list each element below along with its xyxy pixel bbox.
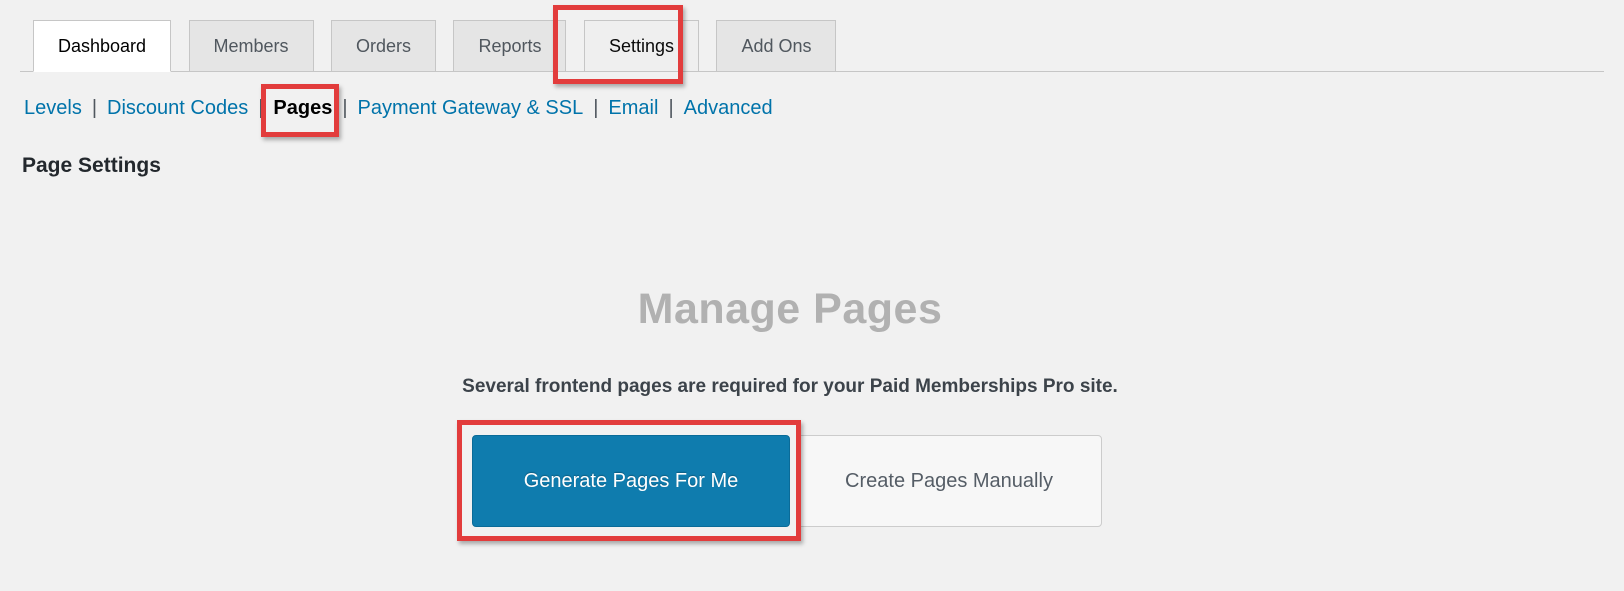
tab-settings[interactable]: Settings	[583, 20, 699, 71]
subnav-item-discount-codes[interactable]: Discount Codes	[107, 97, 248, 119]
subnav-separator: |	[258, 97, 264, 119]
manage-pages-heading: Manage Pages	[637, 285, 943, 333]
subnav-separator: |	[593, 97, 599, 119]
tab-add-ons[interactable]: Add Ons	[716, 20, 837, 71]
subnav-separator: |	[668, 97, 674, 119]
subnav-item-email[interactable]: Email	[608, 97, 658, 119]
subnav-item-advanced[interactable]: Advanced	[684, 97, 773, 119]
settings-subnav: Levels | Discount Codes | Pages | Payment Gate…	[24, 95, 1624, 121]
generate-pages-button[interactable]: Generate Pages For Me	[472, 435, 790, 527]
subnav-item-pages[interactable]: Pages	[273, 97, 332, 119]
page-title: Page Settings	[22, 154, 161, 177]
tab-members[interactable]: Members	[188, 20, 314, 71]
manage-pages-description: Several frontend pages are required for …	[462, 376, 1118, 397]
create-pages-manually-button[interactable]: Create Pages Manually	[796, 435, 1102, 527]
subnav-item-payment-gateway-ssl[interactable]: Payment Gateway & SSL	[358, 97, 584, 119]
tab-orders[interactable]: Orders	[330, 20, 436, 71]
subnav-separator: |	[342, 97, 348, 119]
subnav-separator: |	[91, 97, 98, 119]
tab-reports[interactable]: Reports	[453, 20, 567, 71]
tab-bar: Dashboard Members Orders Reports Setting…	[20, 0, 1604, 72]
tab-dashboard[interactable]: Dashboard	[33, 20, 172, 72]
subnav-item-levels[interactable]: Levels	[24, 97, 82, 119]
